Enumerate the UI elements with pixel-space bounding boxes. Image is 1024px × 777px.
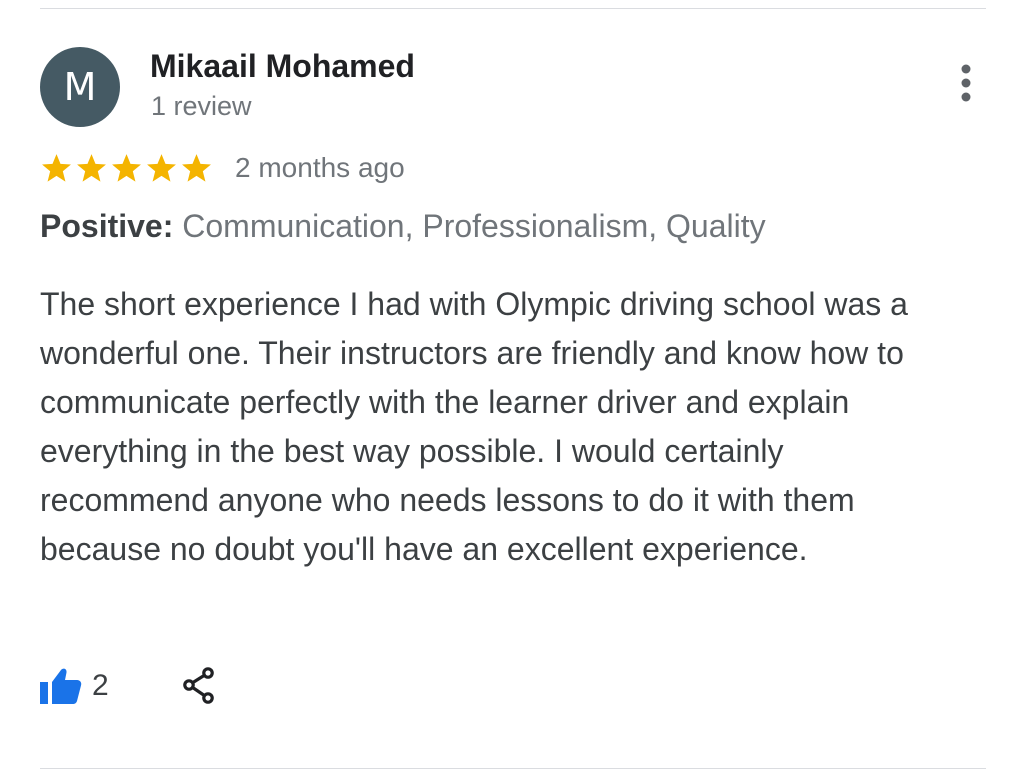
- thumbs-up-icon: [40, 668, 82, 704]
- review-actions: 2: [40, 664, 219, 708]
- more-options-button[interactable]: [948, 58, 984, 108]
- like-count: 2: [92, 669, 109, 702]
- star-icon: [42, 153, 71, 182]
- star-icon: [147, 153, 176, 182]
- avatar[interactable]: M: [40, 47, 120, 127]
- review-date: 2 months ago: [235, 152, 405, 183]
- star-icon: [182, 153, 211, 182]
- more-vertical-icon: [961, 64, 971, 102]
- star-rating: [40, 152, 213, 185]
- positive-label: Positive:: [40, 208, 174, 244]
- review-text: The short experience I had with Olympic …: [40, 286, 908, 567]
- bottom-divider: [40, 768, 986, 769]
- reviewer-review-count: 1 review: [151, 91, 252, 121]
- avatar-initial: M: [63, 65, 97, 109]
- like-button[interactable]: 2: [40, 666, 109, 706]
- top-divider: [40, 8, 986, 9]
- star-icon: [77, 153, 106, 182]
- reviewer-name[interactable]: Mikaail Mohamed: [150, 48, 415, 85]
- rating-row: 2 months ago: [40, 148, 405, 188]
- positive-values: Communication, Professionalism, Quality: [182, 208, 766, 244]
- positive-attributes: Positive: Communication, Professionalism…: [40, 208, 766, 245]
- share-icon: [182, 667, 214, 704]
- share-button[interactable]: [179, 666, 219, 706]
- star-icon: [112, 153, 141, 182]
